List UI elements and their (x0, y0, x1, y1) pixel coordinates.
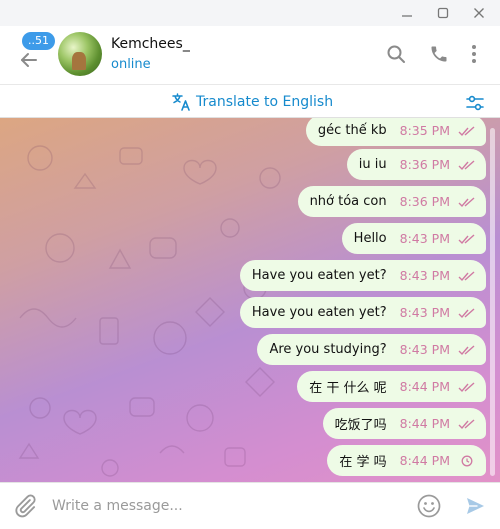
message-text: géc thế kb (317, 123, 387, 138)
message-bubble[interactable]: 在 学 吗 8:44 PM (327, 445, 486, 476)
message-text: nhớ tóa con (309, 194, 387, 209)
message-time: 8:44 PM (399, 453, 450, 468)
message-bubble[interactable]: Have you eaten yet? 8:43 PM (239, 260, 486, 291)
maximize-icon[interactable] (426, 0, 460, 26)
translate-settings-button[interactable] (464, 92, 486, 114)
message-time: 8:43 PM (399, 268, 450, 283)
double-check-icon (458, 233, 475, 244)
phone-icon (431, 46, 447, 62)
attach-button[interactable] (12, 493, 38, 519)
message-text: 在 学 吗 (339, 455, 387, 470)
message-time: 8:44 PM (399, 416, 450, 431)
double-check-icon (458, 381, 475, 392)
message-composer (0, 482, 500, 529)
unread-count-badge: ..51 (22, 32, 55, 50)
message-time: 8:36 PM (399, 157, 450, 172)
double-check-icon (458, 270, 475, 281)
translate-label: Translate to English (196, 94, 334, 110)
message-text: Have you eaten yet? (251, 305, 387, 320)
close-icon[interactable] (462, 0, 496, 26)
minimize-icon[interactable] (390, 0, 424, 26)
contact-status: online (111, 57, 151, 72)
message-bubble[interactable]: 在 干 什么 呢 8:44 PM (297, 371, 486, 402)
contact-name[interactable]: Kemchees_ (111, 36, 190, 52)
message-bubble[interactable]: géc thế kb 8:35 PM (305, 118, 486, 146)
message-text: Hello (353, 231, 387, 246)
double-check-icon (458, 418, 475, 429)
message-text: Have you eaten yet? (251, 268, 387, 283)
message-text: iu iu (358, 157, 387, 172)
search-icon (387, 45, 405, 63)
more-vertical-icon (472, 45, 476, 63)
double-check-icon (458, 159, 475, 170)
message-bubble[interactable]: Are you studying? 8:43 PM (257, 334, 486, 365)
message-text: Are you studying? (269, 342, 387, 357)
window-titlebar (0, 0, 500, 26)
translate-bar: Translate to English (0, 84, 500, 118)
message-time: 8:44 PM (399, 379, 450, 394)
translate-icon (172, 93, 190, 111)
message-bubble[interactable]: Have you eaten yet? 8:43 PM (239, 297, 486, 328)
double-check-icon (458, 125, 475, 136)
double-check-icon (458, 344, 475, 355)
message-input[interactable] (52, 491, 392, 521)
clock-icon (461, 455, 473, 466)
message-bubble[interactable]: iu iu 8:36 PM (346, 149, 486, 180)
message-time: 8:43 PM (399, 305, 450, 320)
avatar[interactable] (58, 32, 102, 76)
chat-header: ..51 Kemchees_ online (0, 26, 500, 84)
message-text: 在 干 什么 呢 (309, 381, 387, 396)
more-options-button[interactable] (462, 42, 486, 66)
message-time: 8:43 PM (399, 342, 450, 357)
emoji-button[interactable] (416, 493, 442, 519)
double-check-icon (458, 196, 475, 207)
message-time: 8:43 PM (399, 231, 450, 246)
chat-scrollbar[interactable] (489, 118, 496, 482)
message-bubble[interactable]: 吃饭了吗 8:44 PM (322, 408, 486, 439)
chat-history[interactable]: géc thế kb 8:35 PM iu iu 8:36 PM nhớ tóa… (0, 118, 500, 482)
translate-button[interactable]: Translate to English (172, 91, 333, 113)
send-icon (467, 498, 484, 514)
message-time: 8:36 PM (399, 194, 450, 209)
message-bubble[interactable]: Hello 8:43 PM (341, 223, 486, 254)
scrollbar-thumb[interactable] (490, 128, 495, 476)
message-bubble[interactable]: nhớ tóa con 8:36 PM (297, 186, 486, 217)
paperclip-icon (15, 494, 36, 518)
send-button[interactable] (464, 495, 486, 517)
message-time: 8:35 PM (399, 123, 450, 138)
double-check-icon (458, 307, 475, 318)
emoji-icon (417, 494, 441, 518)
search-button[interactable] (384, 42, 408, 66)
message-text: 吃饭了吗 (334, 418, 387, 433)
call-button[interactable] (427, 42, 451, 66)
settings-sliders-icon (466, 95, 484, 111)
